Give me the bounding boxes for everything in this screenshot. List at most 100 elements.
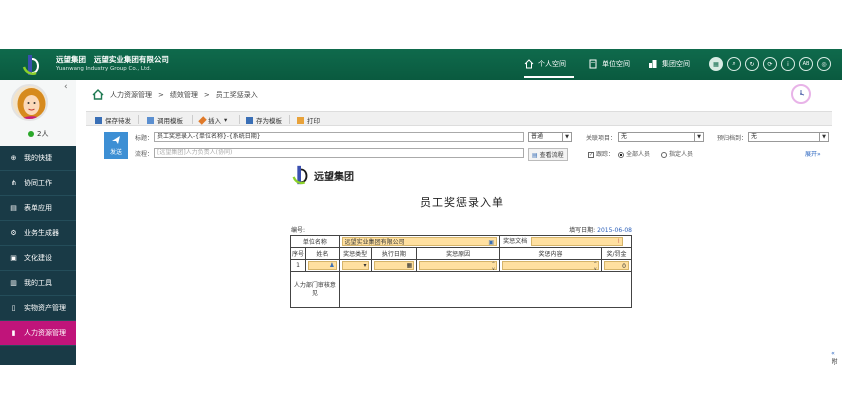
sidebar-item-collaboration[interactable]: ⋔ 协同工作: [0, 171, 76, 196]
archive-select[interactable]: 无 ▼: [748, 132, 829, 142]
online-status-icon: [28, 131, 34, 137]
calendar-icon: ▦: [406, 262, 413, 269]
related-project-select[interactable]: 无 ▼: [618, 132, 704, 142]
flow-icon: ▤: [532, 152, 538, 159]
name-field[interactable]: ♟: [308, 261, 337, 270]
save-as-template-button[interactable]: 存为模板: [246, 115, 282, 125]
title-input[interactable]: 员工奖惩录入-{单位名称}-{系统日期}: [154, 132, 524, 142]
online-count: 2人: [28, 129, 48, 139]
send-icon: [112, 136, 120, 144]
opinion-label: 人力部门审核意见: [290, 271, 340, 308]
building-icon: [589, 59, 597, 69]
screenshot-stage: 远望集团 远望实业集团有限公司 Yuanwang Industry Group …: [0, 0, 842, 415]
document-logo: 远望集团: [290, 164, 354, 186]
building-icon: ▣: [488, 239, 495, 246]
settings-icon[interactable]: ◎: [817, 57, 831, 71]
apps-icon[interactable]: ▦: [709, 57, 723, 71]
breadcrumb: 人力资源管理 > 绩效管理 > 员工奖惩录入: [92, 89, 258, 100]
avatar[interactable]: [11, 84, 48, 121]
chevron-left-icon: «: [831, 350, 835, 357]
nav-personal-space[interactable]: 个人空间: [524, 59, 566, 69]
refresh-icon[interactable]: ↻: [745, 57, 759, 71]
exec-date-field[interactable]: ▦: [373, 261, 415, 270]
sidebar-item-shortcuts[interactable]: ⊕ 我的快捷: [0, 146, 76, 171]
sidebar-item-hr[interactable]: ▮ 人力资源管理: [0, 321, 76, 346]
chevron-down-icon: »: [817, 151, 821, 158]
opinion-row: 人力部门审核意见: [290, 271, 633, 308]
brand-english: Yuanwang Industry Group Co., Ltd.: [56, 66, 152, 72]
document-number-label: 编号:: [291, 227, 306, 234]
table-header-row: 序号 姓名 奖惩类型 执行日期 奖惩原因 奖惩内容 奖/罚金: [289, 247, 633, 260]
document-icon: ▯: [11, 304, 16, 312]
chevron-down-icon: ▼: [562, 133, 571, 141]
home-icon: [524, 59, 534, 69]
view-flow-button[interactable]: ▤ 查看流程: [528, 148, 568, 161]
group-icon: [649, 60, 657, 68]
nav-unit-space[interactable]: 单位空间: [588, 59, 630, 69]
chevron-down-icon: ▾: [224, 116, 228, 124]
reward-form-document: 远望集团 员工奖惩录入单 编号: 填写日期: 2015-06-08 单位名称 远…: [289, 162, 634, 365]
attachment-note-toggle[interactable]: «附言: [828, 350, 838, 365]
toolbar: 保存待发 调用模板 插入 ▾ 存为模板 打印: [86, 111, 832, 126]
unit-name-field[interactable]: 远望实业集团有限公司 ▣: [341, 237, 498, 246]
reward-doc-field[interactable]: ⌇: [531, 237, 624, 246]
reward-type-select[interactable]: ▾: [341, 261, 369, 270]
insert-button[interactable]: 插入 ▾: [198, 115, 228, 125]
print-icon: [297, 116, 304, 124]
title-label: 标题：: [135, 135, 154, 142]
specific-people-option[interactable]: 指定人员: [661, 149, 693, 158]
track-checkbox[interactable]: ✓: [588, 151, 594, 158]
track-option[interactable]: ✓ 跟踪：: [588, 149, 614, 158]
document-title: 员工奖惩录入单: [420, 196, 504, 209]
reward-table: 单位名称 远望实业集团有限公司 ▣ 奖惩文档 ⌇ 序号 姓名 奖惩类型 执行日期 奖…: [289, 235, 633, 308]
flow-input[interactable]: [远望集团]人力负责人(协同): [154, 148, 524, 158]
column-header: 奖惩类型: [338, 247, 372, 260]
specific-people-radio[interactable]: [661, 151, 667, 158]
column-header: 奖惩原因: [416, 247, 501, 260]
home-icon[interactable]: [92, 89, 104, 100]
expand-link[interactable]: 展开»: [805, 149, 821, 158]
person-doc-icon: ▮: [11, 329, 16, 337]
archive-label: 预归档到：: [717, 135, 748, 142]
book-icon: ▣: [10, 254, 17, 262]
sidebar-item-assets[interactable]: ▯ 实物资产管理: [0, 296, 76, 321]
nav-active-indicator: [524, 76, 574, 78]
insert-icon: [198, 115, 207, 125]
sidebar-item-culture[interactable]: ▣ 文化建设: [0, 246, 76, 271]
sidebar-item-tools[interactable]: ▥ 我的工具: [0, 271, 76, 296]
collapse-icon[interactable]: ‹: [64, 82, 68, 92]
sidebar-item-forms[interactable]: ▤ 表单应用: [0, 196, 76, 221]
all-people-option[interactable]: 全部人员: [618, 149, 650, 158]
flow-label: 流程：: [135, 151, 154, 158]
send-button[interactable]: 发送: [104, 132, 128, 159]
print-button[interactable]: 打印: [297, 115, 320, 125]
plus-circle-icon: ⊕: [10, 154, 17, 162]
nav-group-space[interactable]: 集团空间: [648, 59, 690, 69]
avatar-image: [13, 86, 46, 119]
search-icon[interactable]: ⌕: [727, 57, 741, 71]
template-icon: [147, 116, 154, 124]
toolbox-icon: ▥: [10, 279, 17, 287]
sidebar-item-business-generator[interactable]: ⚙ 业务生成器: [0, 221, 76, 246]
fill-date: 填写日期: 2015-06-08: [569, 227, 632, 234]
ab-icon[interactable]: AB: [799, 57, 813, 71]
save-draft-button[interactable]: 保存待发: [95, 115, 131, 125]
all-people-radio[interactable]: [618, 151, 624, 158]
priority-select[interactable]: 普通 ▼: [528, 132, 572, 142]
use-template-button[interactable]: 调用模板: [147, 115, 183, 125]
top-bar: 远望集团 远望实业集团有限公司 Yuanwang Industry Group …: [0, 49, 842, 80]
amount-field[interactable]: 0: [603, 261, 629, 270]
reward-content-field[interactable]: ^ v: [502, 261, 599, 271]
related-project-label: 关联项目：: [586, 135, 617, 142]
sync-icon[interactable]: ⟳: [763, 57, 777, 71]
reward-reason-field[interactable]: ^ v: [419, 261, 498, 271]
column-header: 奖/罚金: [600, 247, 633, 260]
gear-icon: ⚙: [10, 229, 17, 237]
unit-label: 单位名称: [290, 235, 340, 248]
info-icon[interactable]: i: [781, 57, 795, 71]
chevron-down-icon: ▼: [694, 133, 703, 141]
column-header: 序号: [289, 247, 307, 260]
save-icon: [95, 116, 102, 124]
opinion-field[interactable]: [338, 271, 633, 308]
row-number: 1: [289, 259, 307, 272]
